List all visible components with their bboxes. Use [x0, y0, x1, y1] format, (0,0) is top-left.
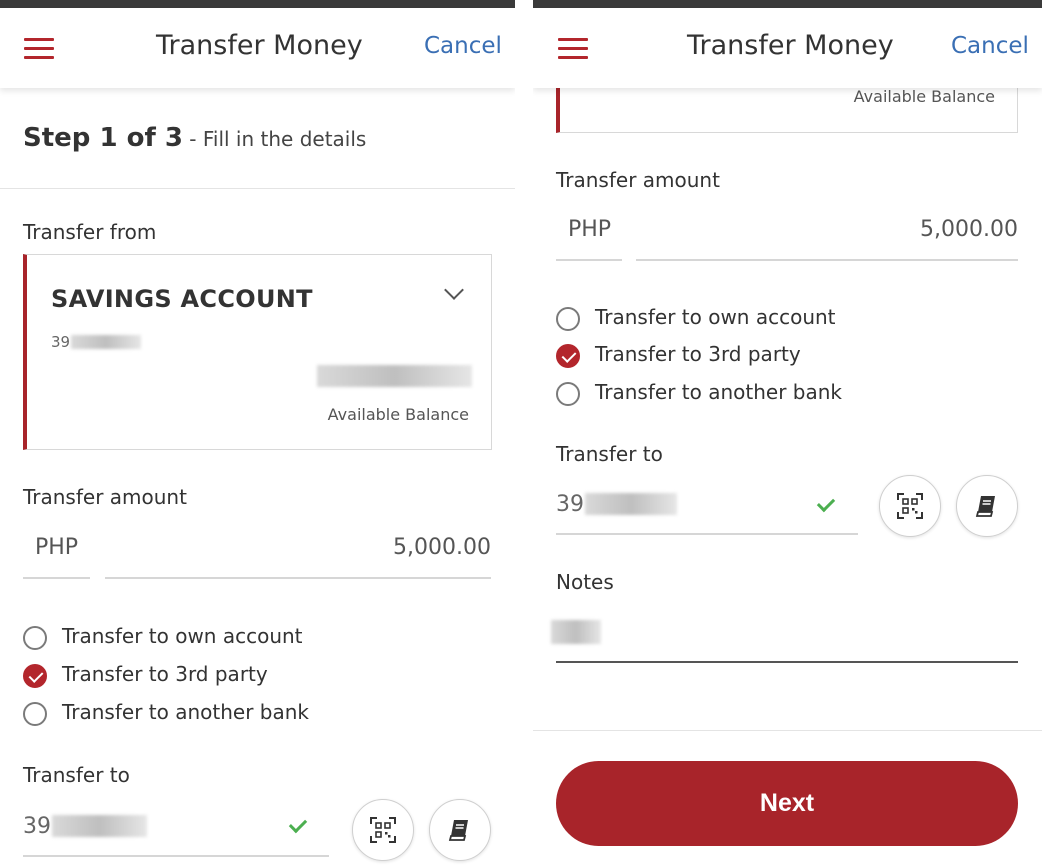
transfer-amount-label: Transfer amount: [556, 168, 720, 192]
address-book-button[interactable]: [429, 799, 491, 861]
radio-label: Transfer to 3rd party: [595, 342, 801, 366]
transfer-to-input[interactable]: 39: [556, 492, 584, 517]
account-name: SAVINGS ACCOUNT: [51, 285, 313, 313]
status-bar: [0, 0, 515, 8]
transfer-amount-label: Transfer amount: [23, 485, 187, 509]
notes-label: Notes: [556, 570, 614, 594]
divider: [533, 730, 1042, 731]
account-number: 39: [51, 333, 71, 351]
available-balance-label: Available Balance: [327, 405, 469, 424]
radio-button-checked[interactable]: [556, 344, 580, 368]
step-indicator: Step 1 of 3 - Fill in the details: [23, 123, 366, 153]
transfer-to-label: Transfer to: [23, 763, 130, 787]
qr-code-icon: [370, 817, 396, 843]
qr-scan-button[interactable]: [352, 799, 414, 861]
notes-input[interactable]: [556, 661, 1018, 663]
qr-code-icon: [897, 493, 923, 519]
radio-label: Transfer to own account: [62, 624, 303, 648]
account-selector[interactable]: SAVINGS ACCOUNT 39 Available Balance: [23, 254, 492, 450]
amount-input[interactable]: 5,000.00: [105, 535, 491, 560]
radio-label: Transfer to another bank: [62, 700, 309, 724]
radio-button[interactable]: [556, 382, 580, 406]
radio-label: Transfer to another bank: [595, 380, 842, 404]
masked-balance: [317, 365, 472, 387]
transfer-to-label: Transfer to: [556, 442, 663, 466]
menu-icon[interactable]: [24, 38, 54, 60]
transfer-from-label: Transfer from: [23, 220, 157, 244]
amount-underline: [105, 577, 491, 579]
app-header: Transfer Money Cancel: [0, 8, 515, 88]
amount-underline: [636, 259, 1018, 261]
currency-select[interactable]: PHP: [568, 217, 611, 242]
available-balance-label: Available Balance: [853, 87, 995, 106]
qr-scan-button[interactable]: [879, 475, 941, 537]
page-title: Transfer Money: [687, 30, 894, 61]
divider: [0, 188, 515, 189]
masked-account-number: [71, 335, 141, 349]
masked-recipient-number: [52, 815, 147, 837]
screen-step-1: Transfer Money Cancel Step 1 of 3 - Fill…: [0, 0, 515, 868]
status-bar: [533, 0, 1042, 8]
address-book-button[interactable]: [956, 475, 1018, 537]
check-icon: [816, 493, 836, 513]
cancel-button[interactable]: Cancel: [424, 33, 502, 59]
radio-button-checked[interactable]: [23, 664, 47, 688]
currency-select[interactable]: PHP: [35, 535, 78, 560]
radio-button[interactable]: [556, 307, 580, 331]
check-icon: [288, 814, 308, 834]
radio-button[interactable]: [23, 702, 47, 726]
amount-input[interactable]: 5,000.00: [636, 217, 1018, 242]
menu-icon[interactable]: [558, 38, 588, 60]
address-book-icon: [975, 496, 995, 517]
cancel-button[interactable]: Cancel: [951, 33, 1029, 59]
currency-underline: [23, 577, 90, 579]
screen-step-1-scrolled: Transfer Money Cancel Available Balance …: [533, 0, 1042, 868]
radio-label: Transfer to 3rd party: [62, 662, 268, 686]
transfer-to-underline: [23, 855, 329, 857]
transfer-to-underline: [556, 533, 858, 535]
chevron-down-icon[interactable]: [444, 280, 464, 300]
radio-button[interactable]: [23, 626, 47, 650]
masked-notes-text: [551, 620, 601, 644]
next-button[interactable]: Next: [556, 761, 1018, 846]
radio-label: Transfer to own account: [595, 305, 836, 329]
page-title: Transfer Money: [156, 30, 363, 61]
step-number: Step 1 of 3: [23, 123, 183, 153]
app-header: Transfer Money Cancel: [533, 8, 1042, 88]
address-book-icon: [448, 820, 468, 841]
masked-recipient-number: [585, 493, 677, 515]
step-description: - Fill in the details: [182, 127, 367, 151]
currency-underline: [556, 259, 622, 261]
transfer-to-input[interactable]: 39: [23, 814, 51, 839]
